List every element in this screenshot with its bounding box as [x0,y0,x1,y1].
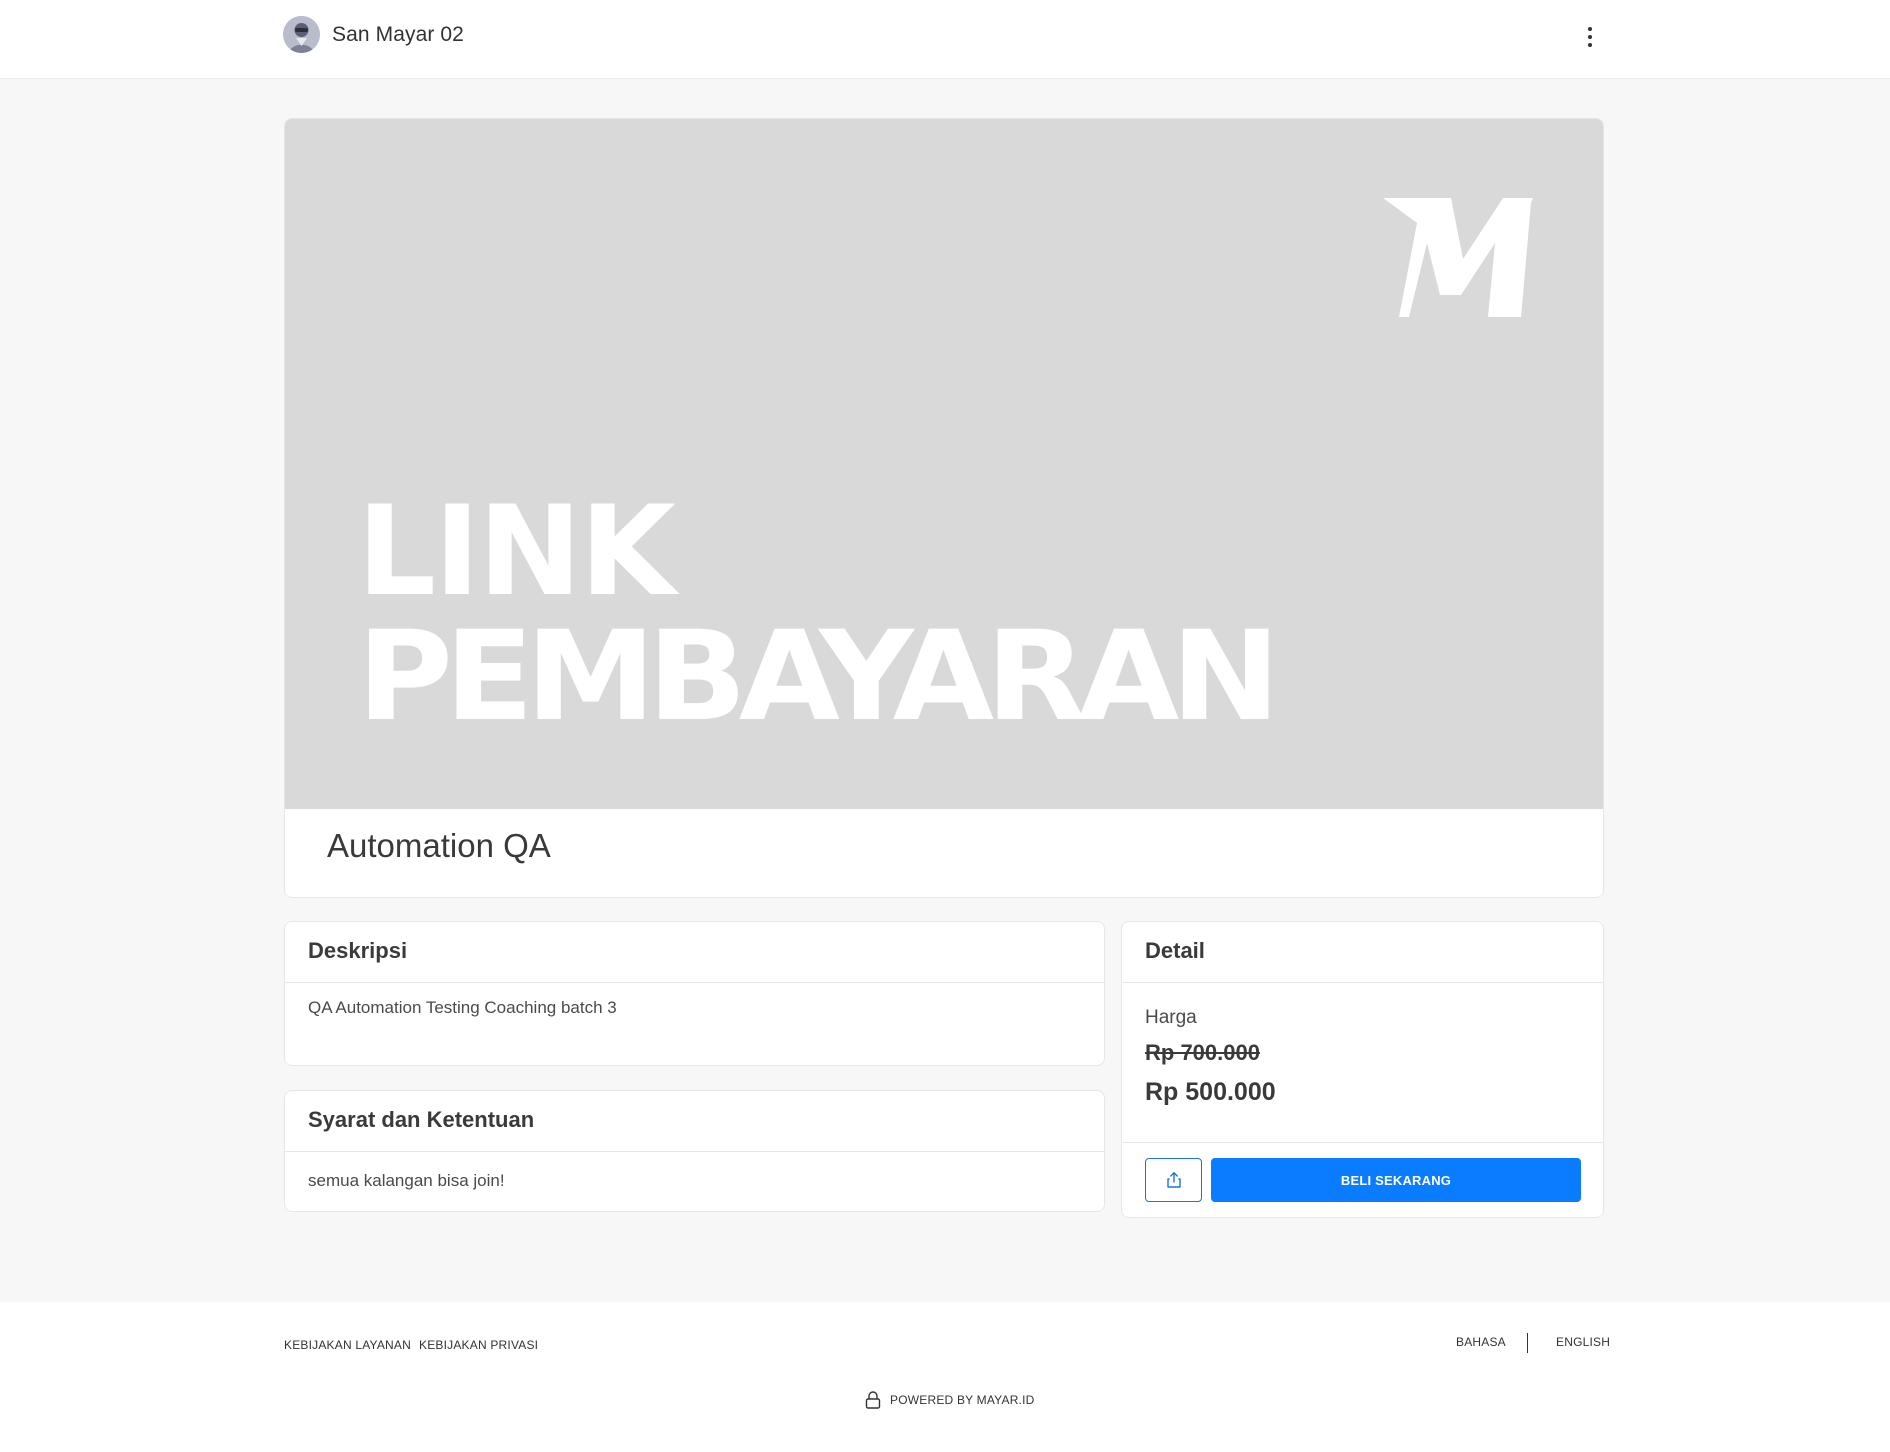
description-text: QA Automation Testing Coaching batch 3 [308,998,617,1017]
detail-actions: BELI SEKARANG [1145,1158,1581,1204]
lock-icon [865,1391,881,1409]
product-hero-card: LINK PEMBAYARAN Automation QA [284,118,1604,898]
top-navbar: San Mayar 02 [0,0,1890,79]
detail-heading: Detail [1122,922,1603,983]
mayar-logo-icon [1383,198,1533,317]
terms-heading: Syarat dan Ketentuan [285,1091,1104,1152]
share-button[interactable] [1145,1158,1202,1202]
description-heading: Deskripsi [285,922,1104,983]
description-card: Deskripsi QA Automation Testing Coaching… [284,921,1105,1066]
terms-of-service-link[interactable]: KEBIJAKAN LAYANAN [284,1338,411,1352]
privacy-policy-link[interactable]: KEBIJAKAN PRIVASI [419,1338,538,1352]
original-price: Rp 700.000 [1145,1040,1260,1065]
language-bahasa-link[interactable]: BAHASA [1456,1335,1506,1349]
buy-now-button[interactable]: BELI SEKARANG [1211,1158,1581,1202]
discounted-price: Rp 500.000 [1145,1078,1276,1106]
detail-card: Detail Harga Rp 700.000 Rp 500.000 BELI … [1121,921,1604,1218]
user-avatar-icon[interactable] [283,16,320,53]
product-title: Automation QA [327,827,551,864]
price-section: Harga Rp 700.000 Rp 500.000 [1122,983,1603,1143]
price-label: Harga [1145,1007,1197,1028]
powered-by: POWERED BY MAYAR.ID [864,1390,1035,1410]
page-footer: KEBIJAKAN LAYANAN KEBIJAKAN PRIVASI BAHA… [0,1302,1890,1452]
powered-by-text[interactable]: POWERED BY MAYAR.ID [890,1393,1035,1407]
kebab-menu-icon[interactable] [1580,23,1600,51]
product-banner-image: LINK PEMBAYARAN [285,119,1603,809]
share-upload-icon [1166,1172,1181,1188]
terms-text: semua kalangan bisa join! [308,1171,505,1190]
language-separator [1527,1333,1528,1353]
banner-line-pembayaran: PEMBAYARAN [357,605,1272,749]
store-name[interactable]: San Mayar 02 [332,23,464,47]
terms-card: Syarat dan Ketentuan semua kalangan bisa… [284,1090,1105,1212]
banner-line-link: LINK [357,480,680,624]
language-english-link[interactable]: ENGLISH [1556,1335,1610,1349]
